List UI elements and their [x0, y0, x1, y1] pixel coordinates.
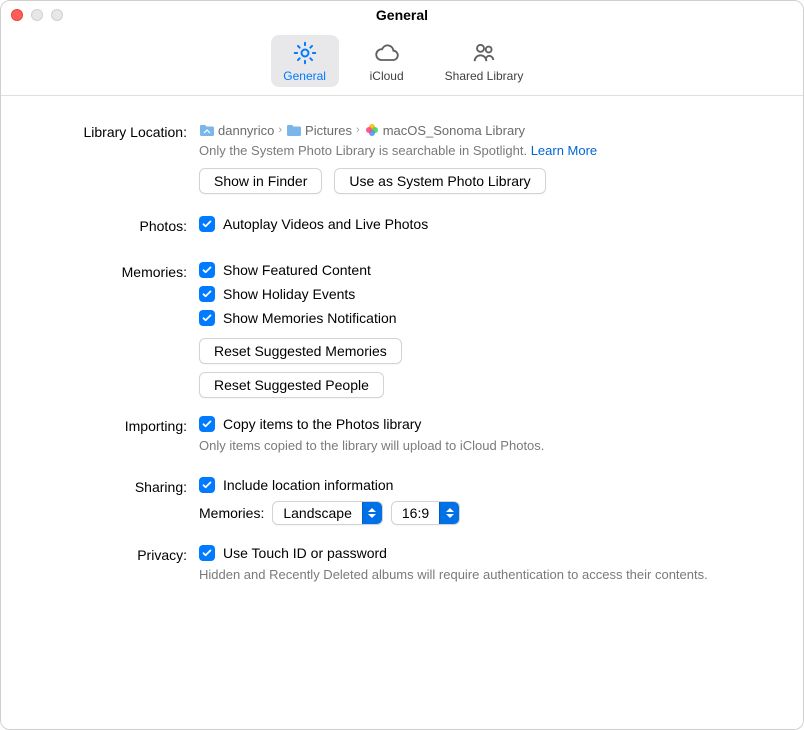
- sharing-label: Sharing:: [31, 477, 199, 495]
- library-location-buttons: Show in Finder Use as System Photo Libra…: [199, 168, 773, 194]
- orientation-select[interactable]: Landscape: [272, 501, 383, 525]
- show-in-finder-button[interactable]: Show in Finder: [199, 168, 322, 194]
- checkbox-checked-icon: [199, 310, 215, 326]
- tab-icloud[interactable]: iCloud: [353, 35, 421, 87]
- preferences-window: General General iCloud: [0, 0, 804, 730]
- checkbox-label: Show Memories Notification: [223, 310, 397, 326]
- toolbar-tabs: General iCloud Shared Library: [1, 29, 803, 96]
- select-value: 16:9: [392, 505, 439, 521]
- sharing-memories-options: Memories: Landscape 16:9: [199, 501, 773, 525]
- importing-note: Only items copied to the library will up…: [199, 438, 719, 453]
- tab-label: iCloud: [370, 69, 404, 83]
- privacy-row: Privacy: Use Touch ID or password Hidden…: [31, 545, 773, 588]
- tab-general[interactable]: General: [271, 35, 339, 87]
- path-text: Pictures: [305, 123, 352, 138]
- copy-items-checkbox-row[interactable]: Copy items to the Photos library: [199, 416, 773, 432]
- chevron-right-icon: ›: [278, 124, 282, 136]
- checkbox-checked-icon: [199, 477, 215, 493]
- aspect-ratio-select[interactable]: 16:9: [391, 501, 460, 525]
- importing-label: Importing:: [31, 416, 199, 434]
- checkbox-label: Show Holiday Events: [223, 286, 355, 302]
- cloud-icon: [373, 39, 401, 67]
- memories-format-label: Memories:: [199, 505, 264, 521]
- memories-notification-checkbox-row[interactable]: Show Memories Notification: [199, 310, 773, 326]
- checkbox-checked-icon: [199, 545, 215, 561]
- tab-label: Shared Library: [445, 69, 524, 83]
- featured-content-checkbox-row[interactable]: Show Featured Content: [199, 262, 773, 278]
- autoplay-checkbox-row[interactable]: Autoplay Videos and Live Photos: [199, 216, 773, 232]
- path-seg-library: macOS_Sonoma Library: [364, 122, 525, 138]
- path-seg-home: dannyrico: [199, 122, 274, 138]
- checkbox-label: Copy items to the Photos library: [223, 416, 421, 432]
- checkbox-checked-icon: [199, 216, 215, 232]
- library-location-description: Only the System Photo Library is searcha…: [199, 143, 773, 158]
- reset-suggested-people-button[interactable]: Reset Suggested People: [199, 372, 384, 398]
- select-arrows-icon: [439, 502, 459, 524]
- folder-icon: [286, 122, 302, 138]
- holiday-events-checkbox-row[interactable]: Show Holiday Events: [199, 286, 773, 302]
- path-text: macOS_Sonoma Library: [383, 123, 525, 138]
- gear-icon: [291, 39, 319, 67]
- select-value: Landscape: [273, 505, 362, 521]
- titlebar: General: [1, 1, 803, 29]
- checkbox-checked-icon: [199, 416, 215, 432]
- photos-label: Photos:: [31, 216, 199, 234]
- chevron-right-icon: ›: [356, 124, 360, 136]
- photos-library-icon: [364, 122, 380, 138]
- select-arrows-icon: [362, 502, 382, 524]
- checkbox-label: Include location information: [223, 477, 393, 493]
- library-location-label: Library Location:: [31, 122, 199, 140]
- path-text: dannyrico: [218, 123, 274, 138]
- privacy-note: Hidden and Recently Deleted albums will …: [199, 567, 719, 582]
- privacy-label: Privacy:: [31, 545, 199, 563]
- include-location-checkbox-row[interactable]: Include location information: [199, 477, 773, 493]
- touch-id-checkbox-row[interactable]: Use Touch ID or password: [199, 545, 773, 561]
- path-seg-pictures: Pictures: [286, 122, 352, 138]
- home-folder-icon: [199, 122, 215, 138]
- memories-row: Memories: Show Featured Content Show Hol…: [31, 262, 773, 402]
- checkbox-checked-icon: [199, 262, 215, 278]
- photos-row: Photos: Autoplay Videos and Live Photos: [31, 216, 773, 240]
- window-title: General: [1, 7, 803, 23]
- memories-label: Memories:: [31, 262, 199, 280]
- sharing-row: Sharing: Include location information Me…: [31, 477, 773, 525]
- library-path-breadcrumb[interactable]: dannyrico › Pictures ›: [199, 122, 773, 138]
- library-location-row: Library Location: dannyrico › Pictu: [31, 122, 773, 194]
- people-icon: [470, 39, 498, 67]
- checkbox-checked-icon: [199, 286, 215, 302]
- tab-label: General: [283, 69, 326, 83]
- checkbox-label: Autoplay Videos and Live Photos: [223, 216, 428, 232]
- content-area: Library Location: dannyrico › Pictu: [1, 96, 803, 729]
- library-location-body: dannyrico › Pictures ›: [199, 122, 773, 194]
- checkbox-label: Show Featured Content: [223, 262, 371, 278]
- tab-shared-library[interactable]: Shared Library: [435, 35, 534, 87]
- learn-more-link[interactable]: Learn More: [531, 143, 597, 158]
- importing-row: Importing: Copy items to the Photos libr…: [31, 416, 773, 459]
- reset-suggested-memories-button[interactable]: Reset Suggested Memories: [199, 338, 402, 364]
- checkbox-label: Use Touch ID or password: [223, 545, 387, 561]
- use-as-system-library-button[interactable]: Use as System Photo Library: [334, 168, 545, 194]
